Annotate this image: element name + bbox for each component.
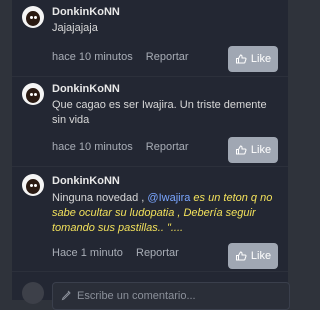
like-button[interactable]: Like	[228, 243, 278, 269]
pencil-icon	[61, 290, 71, 301]
comment-username[interactable]: DonkinKoNN	[52, 6, 120, 18]
comment-text: Jajajajaja	[52, 22, 98, 34]
like-button[interactable]: Like	[228, 137, 278, 163]
comment-username[interactable]: DonkinKoNN	[52, 175, 120, 187]
avatar[interactable]	[22, 174, 44, 196]
comment-item: DonkinKoNN Ninguna novedad , @Iwajira es…	[12, 167, 288, 271]
comment-meta: hace 10 minutos Reportar	[52, 51, 189, 63]
comment-text: Que cagao es ser Iwajira. Un triste deme…	[52, 99, 267, 126]
comment-placeholder: Escribe un comentario...	[77, 290, 196, 302]
comment-meta: hace 10 minutos Reportar	[52, 141, 189, 153]
avatar	[22, 282, 44, 304]
report-link[interactable]: Reportar	[146, 51, 189, 63]
user-mention[interactable]: @Iwajira	[147, 192, 190, 204]
report-link[interactable]: Reportar	[136, 247, 179, 259]
comment-timestamp: hace 10 minutos	[52, 141, 133, 153]
comment-compose: Escribe un comentario...	[12, 276, 290, 310]
comment-text: Ninguna novedad , @Iwajira es un teton q…	[52, 191, 278, 236]
comment-meta: Hace 1 minuto Reportar	[52, 247, 179, 259]
thumbs-up-icon	[235, 145, 247, 155]
like-label: Like	[250, 53, 272, 65]
comment-item: DonkinKoNN Jajajajaja hace 10 minutos Re…	[12, 0, 288, 76]
report-link[interactable]: Reportar	[146, 141, 189, 153]
thumbs-up-icon	[235, 251, 247, 261]
thumbs-up-icon	[235, 54, 247, 64]
like-button[interactable]: Like	[228, 46, 278, 72]
comment-timestamp: hace 10 minutos	[52, 51, 133, 63]
avatar[interactable]	[22, 6, 44, 28]
comment-input[interactable]: Escribe un comentario...	[52, 282, 290, 310]
comment-text-start: Ninguna novedad ,	[52, 192, 148, 204]
comment-username[interactable]: DonkinKoNN	[52, 83, 120, 95]
like-label: Like	[250, 144, 272, 156]
comment-timestamp: Hace 1 minuto	[52, 247, 123, 259]
like-label: Like	[250, 250, 272, 262]
comment-item: DonkinKoNN Que cagao es ser Iwajira. Un …	[12, 77, 288, 166]
divider	[12, 271, 288, 272]
avatar[interactable]	[22, 83, 44, 105]
